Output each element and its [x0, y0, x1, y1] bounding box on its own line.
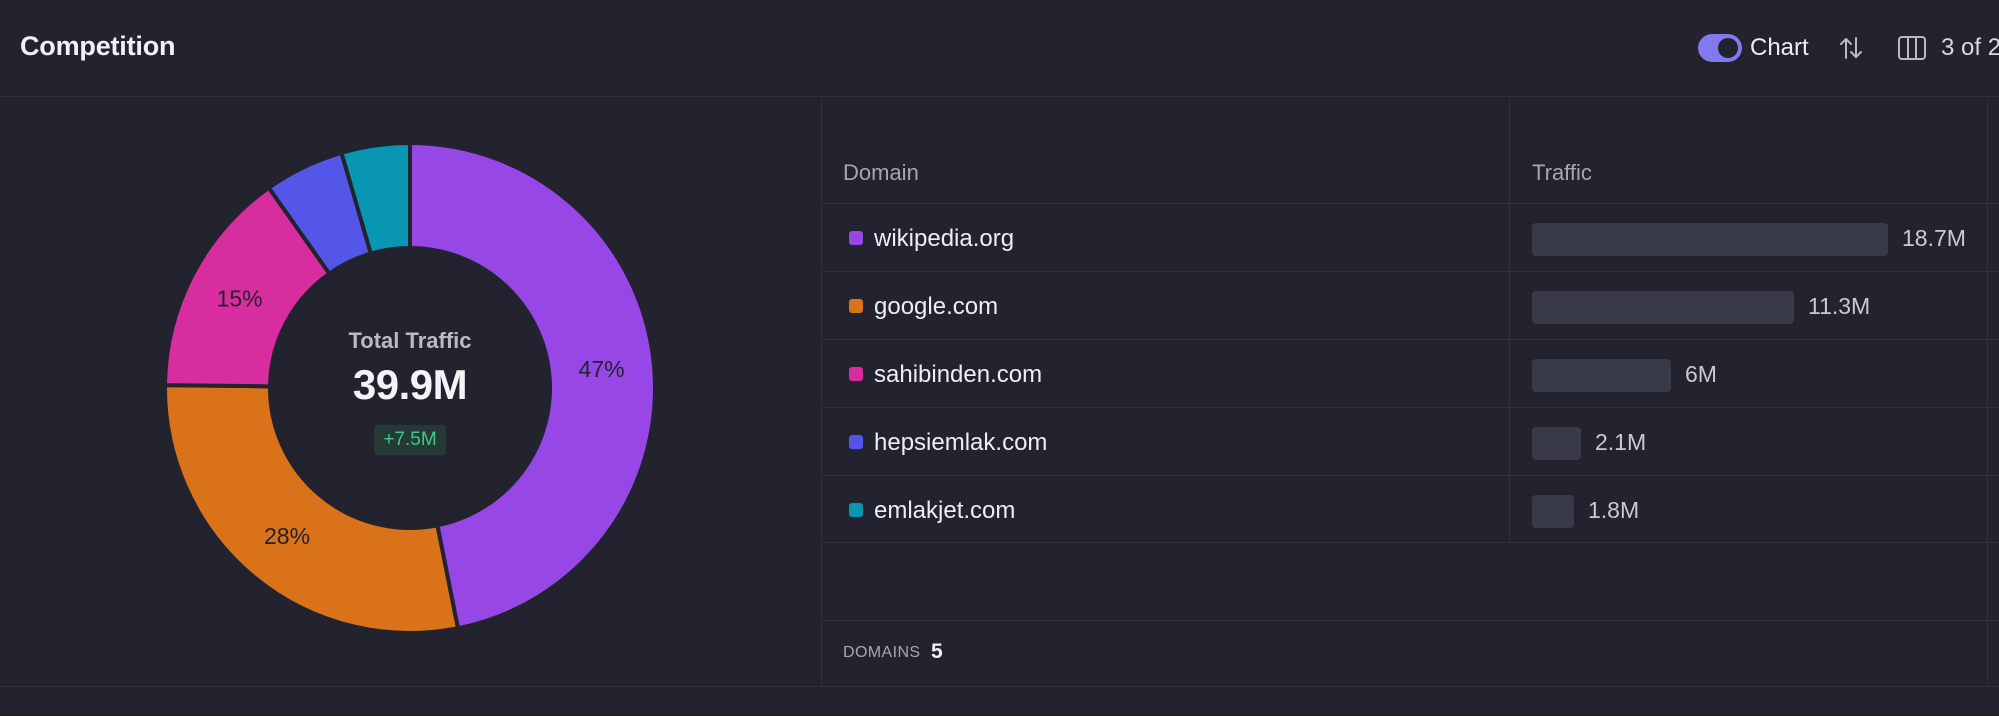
table-row[interactable]: wikipedia.org 18.7M — [823, 203, 1999, 271]
domain-name[interactable]: google.com — [874, 293, 998, 321]
panel-title: Competition — [20, 31, 176, 61]
traffic-delta-badge: +7.5M — [374, 425, 446, 455]
domain-name[interactable]: wikipedia.org — [874, 225, 1014, 253]
total-traffic-value: 39.9M — [352, 361, 468, 408]
domain-name[interactable]: sahibinden.com — [874, 361, 1042, 389]
traffic-value: 1.8M — [1588, 497, 1640, 523]
series-color-dot — [849, 299, 863, 313]
slice-percent-label: 28% — [264, 523, 310, 549]
sort-icon[interactable] — [1836, 33, 1866, 63]
series-color-dot — [849, 435, 863, 449]
table-row[interactable]: emlakjet.com 1.8M — [823, 475, 1999, 543]
columns-icon[interactable] — [1897, 35, 1927, 61]
competition-panel: Competition Chart 3 of 2 47% 28% 15% Total… — [0, 0, 1999, 716]
traffic-value: 11.3M — [1808, 293, 1871, 319]
footer-divider — [823, 620, 1999, 621]
traffic-bar — [1532, 291, 1794, 324]
traffic-bar — [1532, 223, 1888, 256]
domain-name[interactable]: hepsiemlak.com — [874, 429, 1047, 457]
chart-toggle[interactable] — [1698, 34, 1742, 62]
columns-count[interactable]: 3 of 2 — [1941, 34, 1999, 62]
chart-toggle-label[interactable]: Chart — [1750, 34, 1809, 62]
domains-table: Domain Traffic wikipedia.org 18.7M googl… — [823, 98, 1999, 686]
traffic-value: 6M — [1685, 361, 1717, 387]
slice-percent-label: 15% — [217, 285, 263, 311]
series-color-dot — [849, 503, 863, 517]
column-header-domain[interactable]: Domain — [843, 160, 919, 186]
donut-slice-google-com[interactable] — [163, 383, 460, 635]
series-color-dot — [849, 367, 863, 381]
domain-name[interactable]: emlakjet.com — [874, 497, 1015, 525]
traffic-bar — [1532, 495, 1574, 528]
toggle-knob — [1718, 38, 1738, 58]
chart-pane: 47% 28% 15% Total Traffic 39.9M +7.5M — [0, 98, 822, 686]
domains-count-value: 5 — [931, 640, 943, 663]
traffic-bar — [1532, 359, 1671, 392]
panel-bottom-border — [0, 686, 1999, 687]
traffic-value: 18.7M — [1902, 225, 1966, 251]
slice-percent-label: 47% — [579, 356, 625, 382]
traffic-value: 2.1M — [1595, 429, 1647, 455]
series-color-dot — [849, 231, 863, 245]
table-row[interactable]: google.com 11.3M — [823, 271, 1999, 339]
traffic-bar — [1532, 427, 1581, 460]
table-row[interactable]: hepsiemlak.com 2.1M — [823, 407, 1999, 475]
panel-header: Competition Chart 3 of 2 — [0, 0, 1999, 97]
domains-count-label: DOMAINS — [843, 644, 921, 661]
table-row[interactable]: sahibinden.com 6M — [823, 339, 1999, 407]
total-traffic-title: Total Traffic — [348, 328, 472, 353]
column-header-traffic[interactable]: Traffic — [1532, 160, 1592, 186]
